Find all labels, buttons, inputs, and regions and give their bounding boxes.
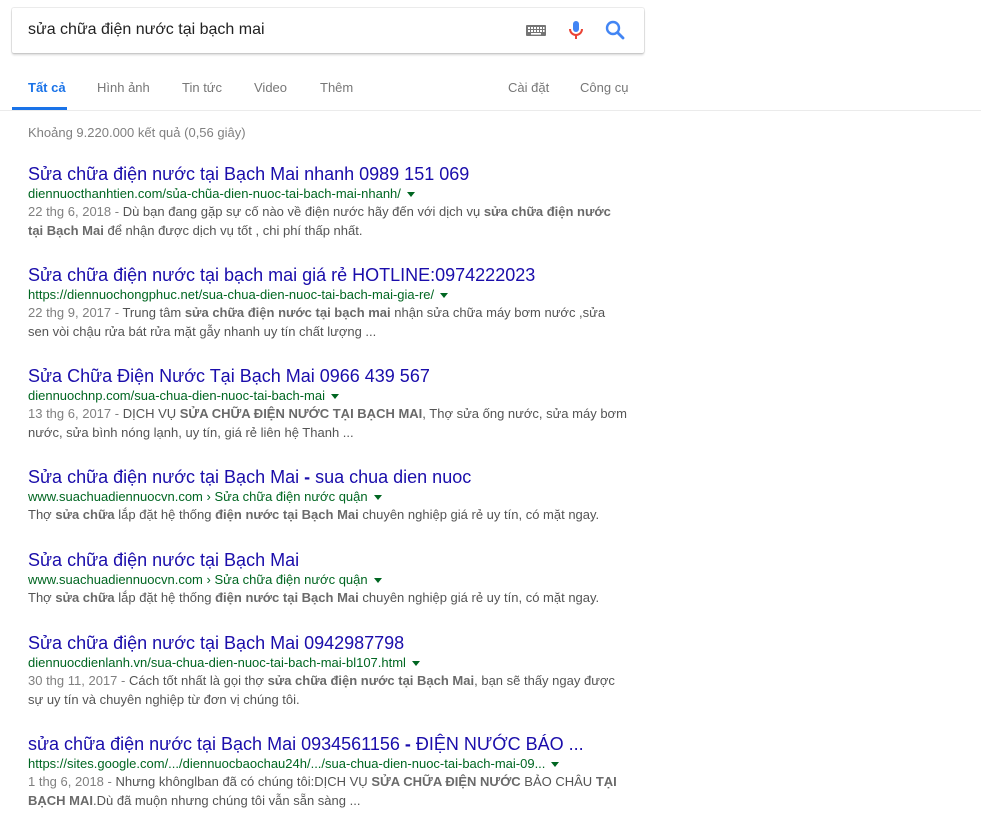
snippet-highlight: SỬA CHỮA ĐIỆN NƯỚC TẠI BẠCH MAI	[179, 406, 423, 421]
search-box	[12, 8, 644, 53]
snippet-text: lắp đặt hệ thống	[114, 507, 216, 522]
dropdown-caret-icon[interactable]	[373, 578, 382, 584]
tab-video[interactable]: Video	[254, 62, 287, 111]
search-result: Sửa chữa điện nước tại bạch mai giá rẻ H…	[28, 264, 628, 341]
snippet-text: DỊCH VỤ	[122, 406, 180, 421]
result-snippet: Thợ sửa chữa lắp đặt hệ thống điện nước …	[28, 506, 628, 525]
dropdown-caret-icon[interactable]	[411, 661, 420, 667]
dropdown-caret-icon[interactable]	[406, 192, 415, 198]
result-url[interactable]: https://diennuochongphuc.net/sua-chua-di…	[28, 287, 434, 302]
snippet-text: BẢO CHÂU	[520, 774, 596, 789]
keyboard-icon[interactable]	[524, 18, 548, 42]
snippet-text: .Dù đã muộn nhưng chúng tôi vẫn sẵn sàng…	[93, 792, 361, 808]
snippet-highlight: sửa chữa điện nước tại Bạch Mai	[267, 673, 475, 688]
result-snippet: 13 thg 6, 2017 - DỊCH VỤ SỬA CHỮA ĐIỆN N…	[28, 405, 628, 442]
snippet-text: Trung tâm	[122, 305, 185, 320]
result-date: 30 thg 11, 2017 -	[28, 673, 129, 688]
dropdown-caret-icon[interactable]	[331, 394, 340, 400]
dropdown-caret-icon[interactable]	[373, 495, 382, 501]
tab-settings[interactable]: Cài đặt	[508, 62, 549, 111]
snippet-text: Cách tốt nhất là gọi thợ	[128, 673, 268, 688]
result-title-link[interactable]: Sửa Chữa Điện Nước Tại Bạch Mai 0966 439…	[28, 365, 628, 387]
search-result: sửa chữa điện nước tại Bạch Mai 09345611…	[28, 733, 628, 810]
tab-all[interactable]: Tất cả	[28, 62, 66, 111]
result-title-link[interactable]: Sửa chữa điện nước tại Bạch Mai	[28, 549, 628, 571]
result-url-line: diennuocthanhtien.com/sủa-chũa-dien-nuoc…	[28, 186, 628, 202]
result-stats: Khoảng 9.220.000 kết quả (0,56 giây)	[28, 125, 246, 140]
result-title-link[interactable]: Sửa chữa điện nước tại Bạch Mai 09429877…	[28, 632, 628, 654]
result-title-link[interactable]: Sửa chữa điện nước tại Bạch Mai nhanh 09…	[28, 163, 628, 185]
snippet-text: chuyên nghiệp giá rẻ uy tín, có mặt ngay…	[358, 590, 600, 605]
tab-news[interactable]: Tin tức	[182, 62, 222, 111]
result-url[interactable]: diennuocdienlanh.vn/sua-chua-dien-nuoc-t…	[28, 655, 406, 670]
search-result: Sửa chữa điện nước tại Bạch Mai www.suach…	[28, 549, 628, 608]
result-snippet: 30 thg 11, 2017 - Cách tốt nhất là gọi t…	[28, 672, 628, 709]
result-url-line: diennuocdienlanh.vn/sua-chua-dien-nuoc-t…	[28, 655, 628, 671]
snippet-text: để nhận được dịch vụ tốt , chi phí thấp …	[103, 222, 363, 238]
search-results-page: Tất cả Hình ảnh Tin tức Video Thêm Cài đ…	[0, 0, 981, 819]
result-url[interactable]: www.suachuadiennuocvn.com	[28, 572, 203, 587]
result-url-line: www.suachuadiennuocvn.com › Sửa chữa điệ…	[28, 489, 628, 505]
result-title-part: -	[299, 467, 316, 487]
result-date: 1 thg 6, 2018 -	[28, 774, 116, 789]
result-date: 13 thg 6, 2017 -	[28, 406, 123, 421]
result-breadcrumb: › Sửa chữa điện nước quận	[202, 489, 368, 504]
result-url[interactable]: diennuocthanhtien.com/sủa-chũa-dien-nuoc…	[28, 186, 401, 201]
snippet-text: Thợ	[28, 590, 56, 605]
snippet-text: lắp đặt hệ thống	[114, 590, 216, 605]
result-date: 22 thg 6, 2018 -	[28, 204, 123, 219]
result-url[interactable]: www.suachuadiennuocvn.com	[28, 489, 203, 504]
snippet-highlight: điện nước tại Bạch Mai	[215, 507, 359, 522]
result-url-line: www.suachuadiennuocvn.com › Sửa chữa điệ…	[28, 572, 628, 588]
result-url-line: diennuochnp.com/sua-chua-dien-nuoc-tai-b…	[28, 388, 628, 404]
result-url[interactable]: https://sites.google.com/.../diennuocbao…	[28, 756, 545, 771]
result-url-line: https://sites.google.com/.../diennuocbao…	[28, 756, 628, 772]
result-title-link[interactable]: sửa chữa điện nước tại Bạch Mai 09345611…	[28, 733, 628, 755]
snippet-text: Dù bạn đang gặp sự cố nào về điện nước h…	[122, 204, 484, 219]
result-title-link[interactable]: Sửa chữa điện nước tại bạch mai giá rẻ H…	[28, 264, 628, 286]
snippet-text: Thợ	[28, 507, 56, 522]
result-snippet: Thợ sửa chữa lắp đặt hệ thống điện nước …	[28, 589, 628, 608]
search-result: Sửa chữa điện nước tại Bạch Mai nhanh 09…	[28, 163, 628, 240]
result-breadcrumb: › Sửa chữa điện nước quận	[202, 572, 368, 587]
snippet-highlight: SỬA CHỮA ĐIỆN NƯỚC	[371, 774, 521, 789]
tab-more[interactable]: Thêm	[320, 62, 353, 111]
result-title-part: sửa chữa điện nước tại Bạch Mai 09345611…	[28, 734, 400, 754]
search-icon[interactable]	[603, 18, 627, 42]
snippet-text: chuyên nghiệp giá rẻ uy tín, có mặt ngay…	[358, 507, 600, 522]
search-input[interactable]	[28, 19, 508, 41]
result-snippet: 22 thg 9, 2017 - Trung tâm sửa chữa điện…	[28, 304, 628, 341]
tabs-bar: Tất cả Hình ảnh Tin tức Video Thêm Cài đ…	[0, 62, 981, 111]
result-title-part: -	[399, 734, 416, 754]
tab-images[interactable]: Hình ảnh	[97, 62, 150, 111]
snippet-text: Nhưng khônglban đã có chúng tôi:DỊCH VỤ	[115, 774, 372, 789]
result-title-link[interactable]: Sửa chữa điện nước tại Bạch Mai - sua ch…	[28, 466, 628, 488]
result-url-line: https://diennuochongphuc.net/sua-chua-di…	[28, 287, 628, 303]
snippet-highlight: sửa chữa	[55, 590, 115, 605]
result-date: 22 thg 9, 2017 -	[28, 305, 123, 320]
result-url[interactable]: diennuochnp.com/sua-chua-dien-nuoc-tai-b…	[28, 388, 325, 403]
search-result: Sửa chữa điện nước tại Bạch Mai - sua ch…	[28, 466, 628, 525]
snippet-highlight: điện nước tại Bạch Mai	[215, 590, 359, 605]
dropdown-caret-icon[interactable]	[440, 293, 449, 299]
result-title-part: Sửa chữa điện nước tại Bạch Mai	[28, 467, 300, 487]
active-tab-indicator	[12, 107, 67, 110]
dropdown-caret-icon[interactable]	[551, 762, 560, 768]
snippet-highlight: sửa chữa	[55, 507, 115, 522]
result-snippet: 22 thg 6, 2018 - Dù bạn đang gặp sự cố n…	[28, 203, 628, 240]
tab-tools[interactable]: Công cụ	[580, 62, 628, 111]
search-result: Sửa Chữa Điện Nước Tại Bạch Mai 0966 439…	[28, 365, 628, 442]
result-title-part: sua chua dien nuoc	[315, 467, 472, 487]
result-title-part: ĐIỆN NƯỚC BÁO ...	[415, 734, 584, 754]
microphone-icon[interactable]	[564, 18, 588, 42]
snippet-highlight: sửa chữa điện nước tại bạch mai	[184, 305, 391, 320]
search-result: Sửa chữa điện nước tại Bạch Mai 09429877…	[28, 632, 628, 709]
result-snippet: 1 thg 6, 2018 - Nhưng khônglban đã có ch…	[28, 773, 628, 810]
